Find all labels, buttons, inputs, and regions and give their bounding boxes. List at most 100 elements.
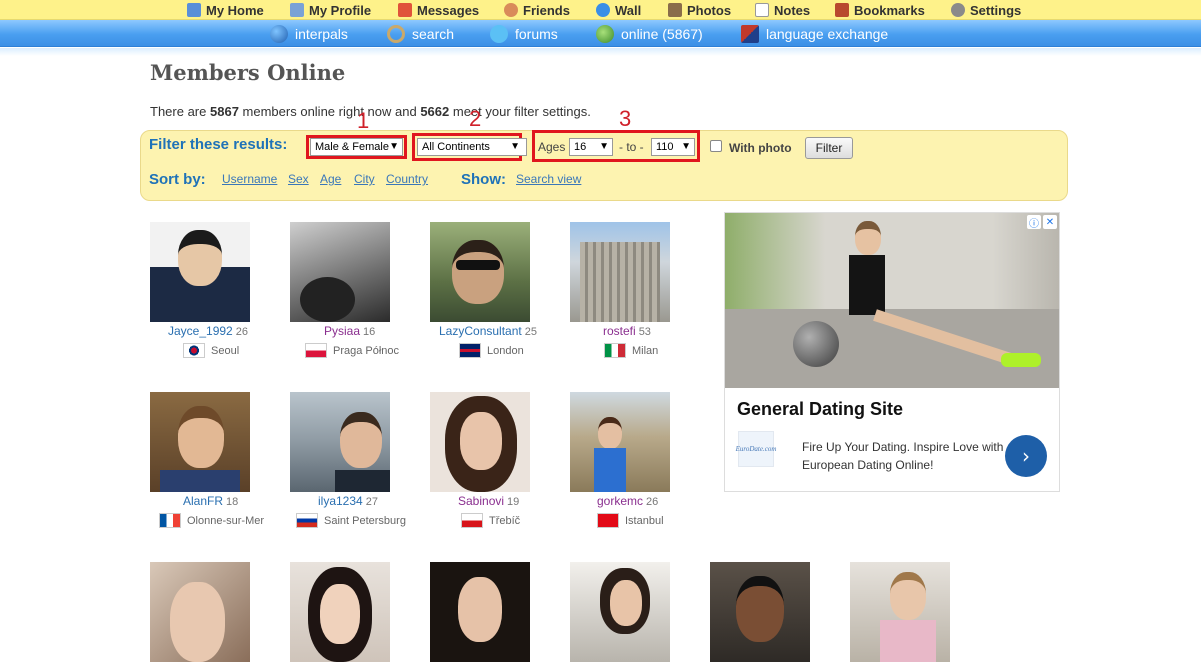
main-nav-bar: interpals search forums online (5867) la… [0, 20, 1201, 47]
member-photo[interactable] [150, 222, 250, 322]
ad-text: Fire Up Your Dating. Inspire Love with E… [802, 440, 1004, 472]
sort-sex-link[interactable]: Sex [288, 172, 309, 186]
notes-icon [755, 3, 769, 17]
search-view-link[interactable]: Search view [516, 172, 581, 186]
member-username-link[interactable]: Sabinovi [458, 494, 504, 508]
member-location: Praga Północ [305, 343, 399, 358]
nav-interpals[interactable]: interpals [270, 24, 348, 44]
sort-age-link[interactable]: Age [320, 172, 341, 186]
nav-bookmarks[interactable]: Bookmarks [835, 1, 925, 19]
match-count: 5662 [420, 104, 450, 119]
nav-settings[interactable]: Settings [951, 1, 1021, 19]
member-username-link[interactable]: ilya1234 [318, 494, 363, 508]
member-name: rostefi 53 [603, 324, 651, 338]
member-photo[interactable] [150, 562, 250, 662]
member-photo[interactable] [290, 222, 390, 322]
sort-city-link[interactable]: City [354, 172, 375, 186]
sort-country-link[interactable]: Country [386, 172, 428, 186]
member-username-link[interactable]: rostefi [603, 324, 636, 338]
member-name: ilya1234 27 [318, 494, 378, 508]
nav-shadow [0, 48, 1201, 56]
member-photo[interactable] [150, 392, 250, 492]
member-location: Třebíč [461, 513, 520, 528]
nav-friends[interactable]: Friends [504, 1, 570, 19]
envelope-icon [398, 3, 412, 17]
member-name: Jayce_1992 26 [168, 324, 248, 338]
uk-flag-icon [459, 343, 481, 358]
member-username-link[interactable]: Jayce_1992 [168, 324, 233, 338]
with-photo-checkbox[interactable] [710, 140, 722, 152]
dropdown-arrow-icon: ▼ [599, 141, 609, 152]
dropdown-arrow-icon: ▼ [389, 141, 399, 152]
member-username-link[interactable]: LazyConsultant [439, 324, 522, 338]
ad-controls: ⓘ ✕ [1027, 215, 1057, 230]
nav-language-exchange[interactable]: language exchange [741, 24, 888, 44]
member-photo[interactable] [430, 562, 530, 662]
show-label: Show: [461, 171, 506, 188]
nav-notes[interactable]: Notes [755, 1, 810, 19]
online-user-icon [596, 25, 614, 43]
ad-info-icon[interactable]: ⓘ [1027, 215, 1041, 230]
member-location: London [459, 343, 524, 358]
member-name: Pysiaa 16 [324, 324, 376, 338]
photos-icon [668, 3, 682, 17]
member-name: gorkemc 26 [597, 494, 659, 508]
age-from-select[interactable]: 16 ▼ [569, 138, 613, 156]
member-photo[interactable] [430, 222, 530, 322]
member-photo[interactable] [290, 392, 390, 492]
member-photo[interactable] [710, 562, 810, 662]
ad-banner: ⓘ ✕ General Dating Site EuroDate.com Fir… [724, 212, 1060, 492]
chat-bubble-icon [490, 25, 508, 43]
sort-username-link[interactable]: Username [222, 172, 277, 186]
nav-search[interactable]: search [387, 24, 454, 44]
dropdown-arrow-icon: ▼ [681, 141, 691, 152]
member-username-link[interactable]: Pysiaa [324, 324, 360, 338]
ad-close-icon[interactable]: ✕ [1043, 215, 1057, 229]
annotation-1: 1 [357, 108, 370, 133]
sort-label: Sort by: [149, 171, 206, 188]
member-photo[interactable] [850, 562, 950, 662]
nav-photos[interactable]: Photos [668, 1, 731, 19]
member-photo[interactable] [290, 562, 390, 662]
wall-icon [596, 3, 610, 17]
flags-icon [741, 25, 759, 43]
poland-flag-icon [305, 343, 327, 358]
gender-select[interactable]: Male & Female ▼ [310, 138, 403, 156]
member-username-link[interactable]: gorkemc [597, 494, 643, 508]
nav-messages[interactable]: Messages [398, 1, 479, 19]
magnifier-icon [387, 25, 405, 43]
filter-button[interactable]: Filter [805, 137, 853, 159]
member-location: Olonne-sur-Mer [159, 513, 264, 528]
russia-flag-icon [296, 513, 318, 528]
nav-forums[interactable]: forums [490, 24, 558, 44]
member-photo[interactable] [570, 562, 670, 662]
nav-wall[interactable]: Wall [596, 1, 641, 19]
member-username-link[interactable]: AlanFR [183, 494, 223, 508]
nav-online[interactable]: online (5867) [596, 24, 703, 44]
annotation-3: 3 [619, 106, 632, 131]
member-name: LazyConsultant 25 [439, 324, 537, 338]
profile-icon [290, 3, 304, 17]
age-to-select[interactable]: 110 ▼ [651, 138, 695, 156]
online-count: 5867 [210, 104, 239, 119]
chevron-right-icon[interactable]: › [1005, 435, 1047, 477]
south-korea-flag-icon [183, 343, 205, 358]
member-photo[interactable] [570, 222, 670, 322]
nav-my-profile[interactable]: My Profile [290, 1, 371, 19]
nav-my-home[interactable]: My Home [187, 1, 264, 19]
member-photo[interactable] [570, 392, 670, 492]
annotation-2: 2 [469, 106, 482, 131]
member-location: Saint Petersburg [296, 513, 406, 528]
ad-image[interactable]: ⓘ ✕ [725, 213, 1059, 388]
turkey-flag-icon [597, 513, 619, 528]
with-photo-label: With photo [729, 141, 792, 155]
ad-title[interactable]: General Dating Site [737, 399, 903, 420]
top-nav-bar: My Home My Profile Messages Friends Wall… [0, 0, 1201, 20]
czech-flag-icon [461, 513, 483, 528]
filter-label: Filter these results: [149, 136, 288, 153]
friends-icon [504, 3, 518, 17]
member-photo[interactable] [430, 392, 530, 492]
dropdown-arrow-icon: ▼ [510, 141, 520, 152]
continent-select[interactable]: All Continents ▼ [417, 138, 527, 156]
member-name: AlanFR 18 [183, 494, 239, 508]
